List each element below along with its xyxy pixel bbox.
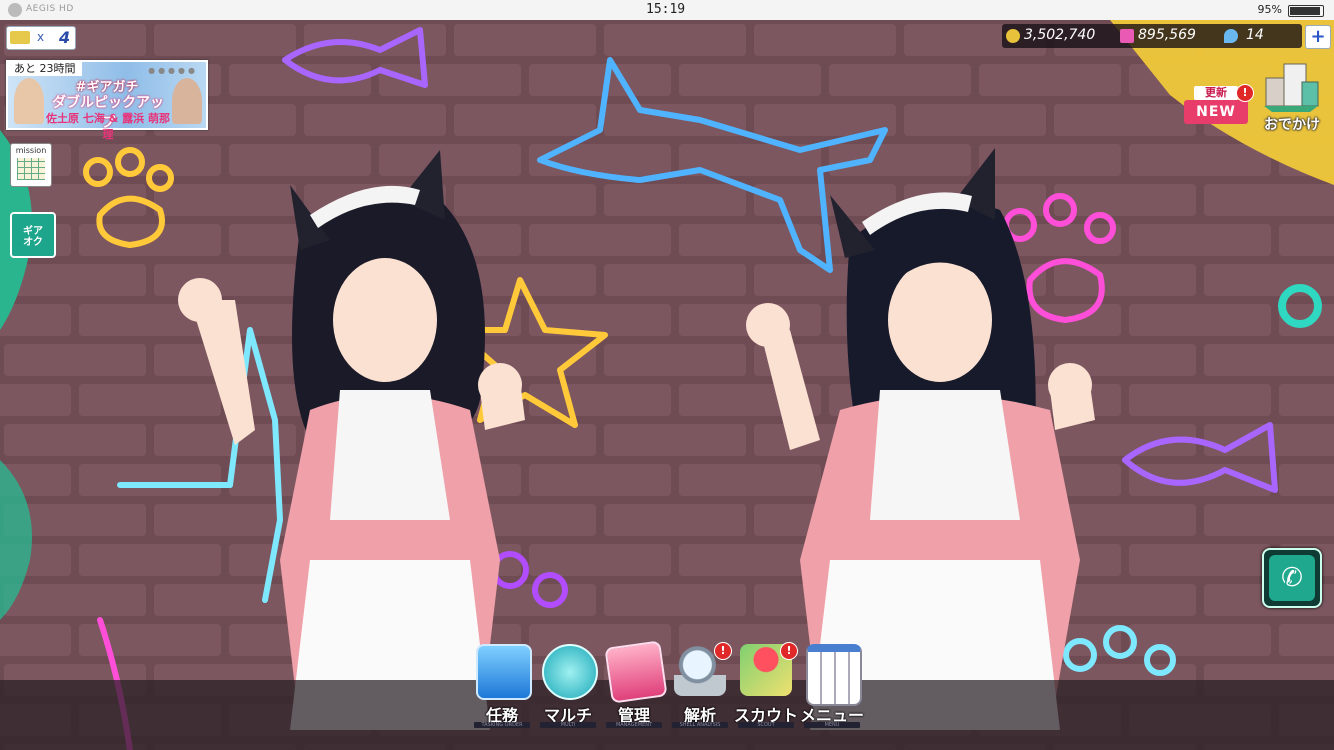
update-news-button[interactable]: 更新 NEW ! xyxy=(1184,84,1254,126)
menu-folder-icon xyxy=(806,644,862,706)
menu-item-sublabel: MANAGEMENT xyxy=(606,722,662,728)
ticket-count: 4 xyxy=(59,28,71,47)
battery-percent: 95% xyxy=(1257,3,1282,16)
character-left-fist-right xyxy=(478,363,522,407)
app-logo-icon xyxy=(8,3,22,17)
odekake-label: おでかけ xyxy=(1264,117,1320,133)
mission-label: mission xyxy=(15,146,47,155)
analysis-alert-badge: ! xyxy=(714,642,732,660)
banner-pager-dots[interactable]: ●●●●● xyxy=(148,66,198,75)
battery-fill xyxy=(1290,7,1320,15)
gem-icon xyxy=(1224,29,1238,43)
bottom-menu-bar xyxy=(0,680,1334,750)
status-time: 15:19 xyxy=(646,2,686,17)
management-card-icon xyxy=(604,640,668,704)
gacha-pickup-banner[interactable]: あと 23時間 ●●●●● #ギアガチ ダブルピックアップ 佐土原 七海 & 露… xyxy=(6,60,208,141)
multi-people-icon xyxy=(542,644,598,700)
update-label: 更新 xyxy=(1194,86,1238,100)
menu-item-sublabel: TASKING ORDER xyxy=(474,722,530,728)
gear-shop-label: ギア オク xyxy=(23,226,43,248)
currency-bar: 3,502,740 895,569 14 xyxy=(1002,24,1302,48)
character-right-face xyxy=(888,258,992,382)
new-label: NEW xyxy=(1184,100,1248,124)
gold-coin-icon xyxy=(1006,29,1020,43)
character-right-fist-right xyxy=(1048,363,1092,407)
odekake-button[interactable]: おでかけ xyxy=(1258,56,1326,134)
character-right-fist-left xyxy=(746,303,790,347)
banner-character-right-icon xyxy=(172,78,202,124)
banner-character-left-icon xyxy=(14,78,44,124)
menu-item-analysis[interactable]: ! 解析 SHELL ANALYSIS xyxy=(668,640,732,736)
character-left-fist-left xyxy=(178,278,222,322)
add-gems-button[interactable]: + xyxy=(1305,25,1331,49)
menu-item-scout[interactable]: ! スカウト SCOUT xyxy=(734,640,798,736)
character-left-blouse xyxy=(330,390,450,520)
ticket-multiplier: x xyxy=(37,30,45,44)
gold-amount: 3,502,740 xyxy=(1024,27,1096,43)
mission-calendar-icon xyxy=(17,158,45,180)
status-brand: AEGIS HD xyxy=(26,4,74,14)
menu-item-sublabel: SCOUT xyxy=(738,722,794,728)
city-buildings-icon xyxy=(1264,63,1319,112)
pink-ticket-icon xyxy=(1120,29,1134,43)
status-bar: AEGIS HD 15:19 95% xyxy=(0,0,1334,20)
scout-alert-badge: ! xyxy=(780,642,798,660)
menu-item-menu[interactable]: メニュー MENU xyxy=(800,640,864,736)
pink-amount: 895,569 xyxy=(1138,27,1196,43)
phone-icon: ✆ xyxy=(1269,555,1315,601)
battery-icon xyxy=(1288,5,1324,17)
gem-amount: 14 xyxy=(1246,27,1264,43)
banner-title-line3: 佐土原 七海 & 露浜 萌那理 xyxy=(46,112,170,141)
character-left-face xyxy=(333,258,437,382)
gear-shop-button[interactable]: ギア オク xyxy=(10,212,56,258)
phone-button[interactable]: ✆ xyxy=(1262,548,1322,608)
ticket-icon xyxy=(10,31,30,44)
menu-item-sublabel: MENU xyxy=(804,722,860,728)
gacha-ticket-counter[interactable]: x 4 xyxy=(6,26,76,50)
mission-button[interactable]: mission xyxy=(10,143,52,187)
mission-shield-icon xyxy=(476,644,532,700)
menu-item-tasks[interactable]: 任務 TASKING ORDER xyxy=(470,640,534,736)
update-alert-badge: ! xyxy=(1236,84,1254,102)
character-right-blouse xyxy=(870,390,1020,520)
menu-item-sublabel: SHELL ANALYSIS xyxy=(672,722,728,728)
menu-item-multi[interactable]: マルチ MULTI xyxy=(536,640,600,736)
menu-item-management[interactable]: 管理 MANAGEMENT xyxy=(602,640,668,736)
menu-item-sublabel: MULTI xyxy=(540,722,596,728)
banner-remaining-time: あと 23時間 xyxy=(8,62,82,76)
